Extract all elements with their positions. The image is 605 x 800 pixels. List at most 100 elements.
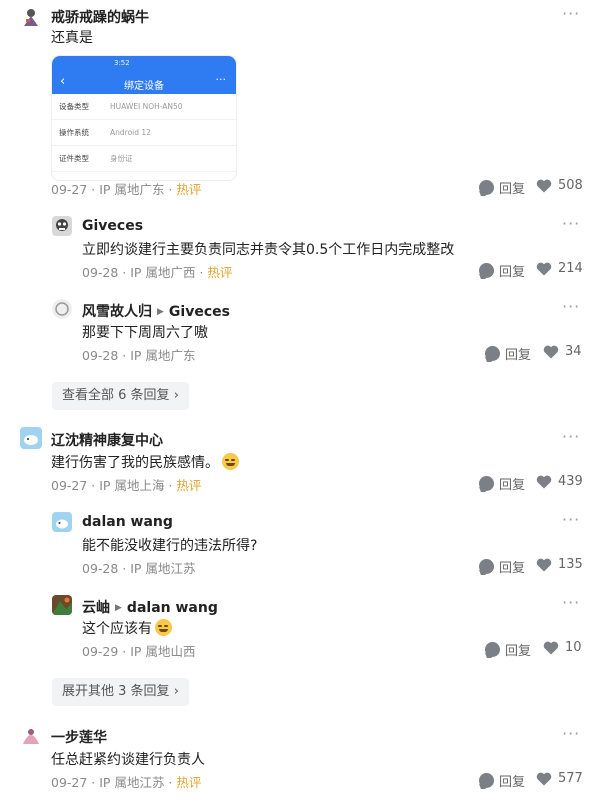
meta-text: 09-27 · IP 属地上海 · [51, 478, 177, 493]
expand-replies-button[interactable]: 展开其他 3 条回复 › [52, 678, 189, 706]
comment-text: 建行伤害了我的民族感情。 [51, 452, 239, 472]
reply-button[interactable]: 回复 [479, 178, 525, 197]
like-button[interactable]: 135 [536, 557, 583, 572]
comment-text-content: 建行伤害了我的民族感情。 [51, 455, 219, 471]
reply-author[interactable]: 云岫 [82, 600, 110, 616]
reply-arrow-icon: ▶ [115, 603, 122, 613]
row-key: 操作系统 [59, 128, 89, 137]
comment-author[interactable]: 辽沈精神康复中心 [51, 430, 163, 450]
screenshot-header: 3:52 ‹ 绑定设备 ··· [52, 56, 236, 94]
reply-author[interactable]: Giveces [82, 218, 143, 234]
reply-icon [485, 642, 500, 657]
reply-text-content: 这个应该有 [82, 621, 152, 637]
reply-author[interactable]: dalan wang [82, 514, 173, 530]
more-icon[interactable]: ··· [562, 724, 580, 743]
heart-icon [536, 262, 552, 275]
sweat-smile-emoji-icon [222, 453, 239, 470]
comment-meta: 09-27 · IP 属地上海 · 热评 [51, 475, 201, 494]
view-more-label: 展开其他 3 条回复 [62, 684, 170, 699]
heart-icon [536, 475, 552, 488]
like-count: 577 [558, 771, 583, 786]
reply-label: 回复 [499, 478, 526, 493]
screenshot-row: 操作系统 Android 12 [52, 120, 236, 146]
reply-icon [479, 180, 494, 195]
reply-text: 那要下下周周六了嗷 [82, 325, 208, 341]
heart-icon [536, 558, 552, 571]
screenshot-title: 绑定设备 [124, 81, 164, 92]
reply-meta: 09-29 · IP 属地山西 [82, 644, 196, 659]
comment-author[interactable]: 戒骄戒躁的蜗牛 [51, 7, 149, 27]
reply-button[interactable]: 回复 [485, 640, 531, 659]
avatar[interactable] [52, 299, 72, 319]
meta-text: 09-27 · IP 属地江苏 · [51, 775, 177, 790]
meta-text: 09-28 · IP 属地广西 · [82, 265, 208, 280]
more-icon[interactable]: ··· [562, 593, 580, 612]
reply-icon [479, 773, 494, 788]
like-button[interactable]: 34 [543, 344, 582, 359]
reply-target[interactable]: Giveces [169, 304, 230, 320]
reply-button[interactable]: 回复 [485, 344, 531, 363]
reply-author[interactable]: 风雪故人归 [82, 304, 152, 320]
comment-author[interactable]: 一步莲华 [51, 727, 107, 747]
view-more-label: 查看全部 6 条回复 [62, 388, 170, 403]
reply-meta: 09-28 · IP 属地广西 · 热评 [82, 262, 232, 281]
more-icon[interactable]: ··· [562, 4, 580, 23]
like-button[interactable]: 10 [543, 640, 582, 655]
row-key: 证件类型 [59, 154, 89, 163]
like-count: 508 [558, 178, 583, 193]
more-icon[interactable]: ··· [562, 427, 580, 446]
more-icon[interactable]: ··· [562, 214, 580, 233]
heart-icon [536, 772, 552, 785]
avatar[interactable] [20, 427, 42, 449]
row-value: 身份证 [110, 154, 133, 163]
hot-badge: 热评 [207, 265, 233, 280]
reply-author-line: 云岫 ▶ dalan wang [82, 597, 218, 617]
like-count: 135 [558, 557, 583, 572]
comment-image[interactable]: 3:52 ‹ 绑定设备 ··· 设备类型 HUAWEI NOH-AN50 操作系统… [52, 56, 236, 180]
avatar[interactable] [52, 512, 72, 532]
comment-text: 任总赶紧约谈建行负责人 [51, 752, 205, 768]
reply-button[interactable]: 回复 [479, 557, 525, 576]
hot-badge: 热评 [176, 478, 202, 493]
meta-text: 09-27 · IP 属地广东 · [51, 182, 177, 197]
reply-icon [485, 346, 500, 361]
chevron-right-icon: › [173, 684, 179, 699]
reply-label: 回复 [505, 644, 532, 659]
heart-icon [543, 345, 559, 358]
reply-button[interactable]: 回复 [479, 474, 525, 493]
reply-text: 能不能没收建行的违法所得? [82, 538, 258, 554]
reply-button[interactable]: 回复 [479, 261, 525, 280]
reply-button[interactable]: 回复 [479, 771, 525, 790]
like-button[interactable]: 508 [536, 178, 583, 193]
hot-badge: 热评 [176, 775, 202, 790]
reply-label: 回复 [499, 561, 526, 576]
like-count: 214 [558, 261, 583, 276]
chevron-right-icon: › [173, 388, 179, 403]
avatar[interactable] [52, 216, 72, 236]
like-button[interactable]: 577 [536, 771, 583, 786]
screenshot-row: 设备类型 HUAWEI NOH-AN50 [52, 94, 236, 120]
more-icon[interactable]: ··· [562, 510, 580, 529]
reply-icon [479, 559, 494, 574]
reply-icon [479, 263, 494, 278]
row-value: Android 12 [110, 128, 151, 137]
row-key: 设备类型 [59, 102, 89, 111]
view-more-replies-button[interactable]: 查看全部 6 条回复 › [52, 382, 189, 410]
heart-icon [536, 179, 552, 192]
reply-icon [479, 476, 494, 491]
like-button[interactable]: 214 [536, 261, 583, 276]
reply-label: 回复 [499, 775, 526, 790]
avatar[interactable] [20, 6, 42, 28]
like-button[interactable]: 439 [536, 474, 583, 489]
comment-meta: 09-27 · IP 属地广东 · 热评 [51, 179, 201, 198]
laughing-emoji-icon [155, 619, 172, 636]
avatar[interactable] [20, 724, 42, 746]
heart-icon [543, 641, 559, 654]
like-count: 10 [565, 640, 582, 655]
reply-arrow-icon: ▶ [157, 307, 164, 317]
reply-target[interactable]: dalan wang [127, 600, 218, 616]
reply-label: 回复 [499, 182, 526, 197]
more-icon[interactable]: ··· [562, 297, 580, 316]
avatar[interactable] [52, 595, 72, 615]
screenshot-status-time: 3:52 [114, 59, 130, 67]
